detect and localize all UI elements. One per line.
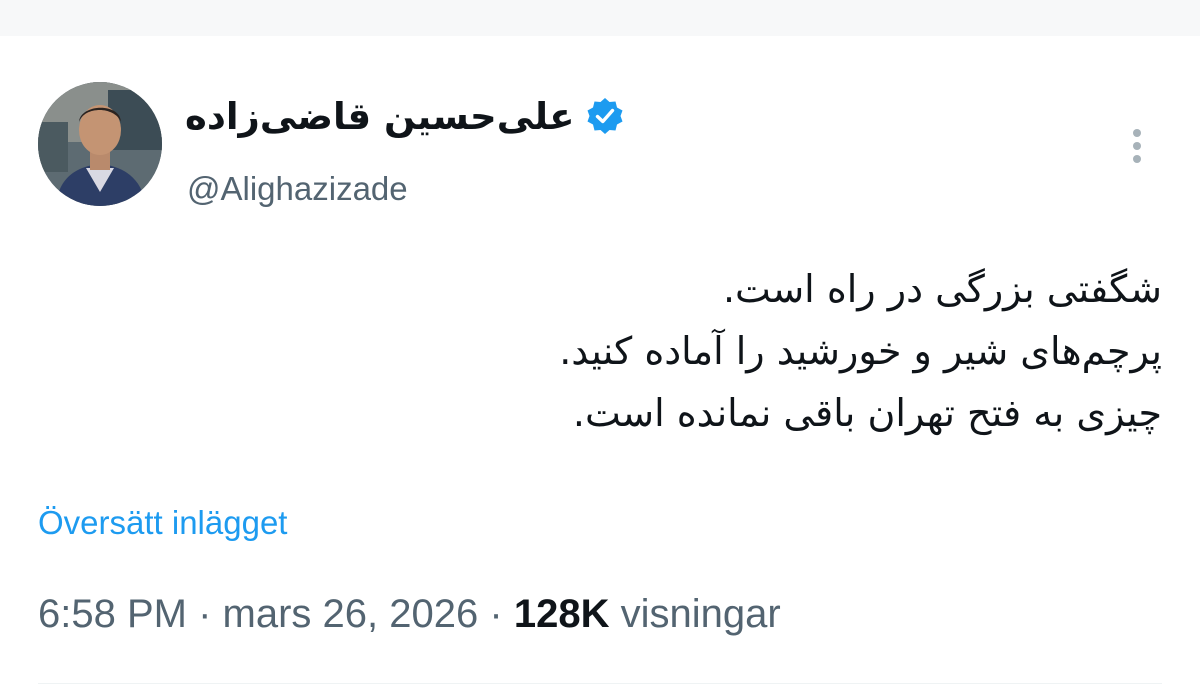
avatar[interactable] — [38, 82, 162, 206]
verified-badge-icon — [587, 98, 623, 134]
divider — [38, 683, 1162, 684]
tweet-line: پرچم‌های شیر و خورشید را آماده کنید. — [559, 329, 1162, 373]
more-options-icon[interactable] — [1122, 128, 1152, 168]
translate-post-link[interactable]: Översätt inlägget — [38, 504, 287, 542]
tweet-text: شگفتی بزرگی در راه است. پرچم‌های شیر و خ… — [262, 258, 1162, 444]
tweet-line: چیزی به فتح تهران باقی نمانده است. — [572, 391, 1162, 435]
author-display-name[interactable]: علی‌حسین قاضی‌زاده — [185, 95, 575, 138]
views-count: 128K — [513, 592, 610, 636]
tweet-line: شگفتی بزرگی در راه است. — [722, 267, 1162, 311]
tweet-date[interactable]: mars 26, 2026 — [223, 592, 479, 636]
top-strip — [0, 0, 1200, 36]
views-label: visningar — [620, 592, 781, 636]
author-handle[interactable]: @Alighazizade — [187, 170, 408, 208]
avatar-image — [38, 82, 162, 206]
tweet-card: علی‌حسین قاضی‌زاده @Alighazizade شگفتی ب… — [0, 36, 1200, 687]
tweet-meta-row: 6:58 PM · mars 26, 2026 · 128K visningar — [38, 592, 781, 637]
meta-separator: · — [489, 592, 503, 636]
author-name-row: علی‌حسین قاضی‌زاده — [185, 88, 625, 144]
meta-separator: · — [198, 592, 212, 636]
tweet-time[interactable]: 6:58 PM — [38, 592, 187, 636]
